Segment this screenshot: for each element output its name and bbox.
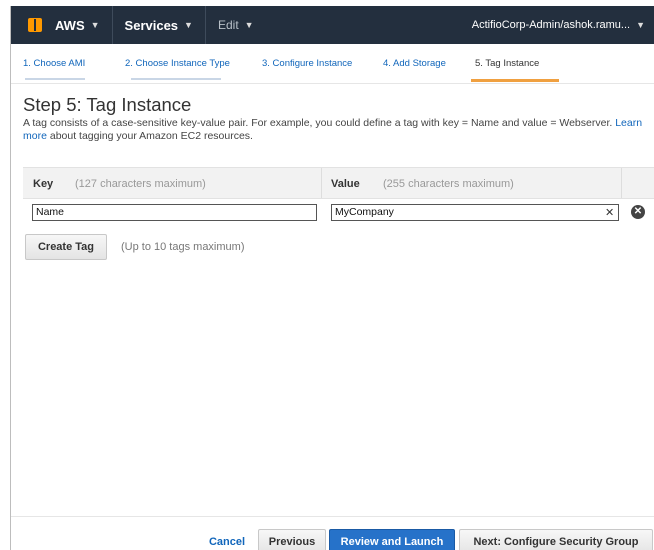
top-nav: AWS ▼ Services ▼ Edit ▼ ActifioCorp-Admi… (11, 6, 654, 44)
wizard-steps: 1. Choose AMI 2. Choose Instance Type 3.… (11, 44, 654, 84)
account-name: ActifioCorp-Admin/ashok.ramu... (471, 19, 631, 31)
console-frame: AWS ▼ Services ▼ Edit ▼ ActifioCorp-Admi… (10, 6, 654, 550)
step-choose-instance-type[interactable]: 2. Choose Instance Type (125, 58, 230, 69)
services-menu[interactable]: Services ▼ (113, 6, 205, 44)
step-ghost-divider (131, 78, 221, 80)
edit-menu[interactable]: Edit ▼ (206, 6, 266, 44)
aws-menu-label: AWS (55, 17, 85, 33)
create-tag-hint: (Up to 10 tags maximum) (121, 241, 245, 253)
step-configure-instance[interactable]: 3. Configure Instance (262, 58, 352, 69)
chevron-down-icon: ▼ (90, 20, 100, 30)
page-description: A tag consists of a case-sensitive key-v… (23, 117, 643, 143)
key-column-hint: (127 characters maximum) (75, 178, 206, 190)
step-choose-ami[interactable]: 1. Choose AMI (23, 58, 85, 69)
step-add-storage[interactable]: 4. Add Storage (383, 58, 446, 69)
review-and-launch-button[interactable]: Review and Launch (329, 529, 455, 550)
cancel-button[interactable]: Cancel (201, 529, 253, 550)
step-tag-instance[interactable]: 5. Tag Instance (475, 58, 539, 69)
account-menu[interactable]: ActifioCorp-Admin/ashok.ramu... ▼ (472, 19, 654, 31)
aws-cube-icon[interactable] (27, 17, 43, 33)
column-divider (621, 168, 622, 198)
value-column-hint: (255 characters maximum) (383, 178, 514, 190)
value-column-header: Value (331, 178, 360, 190)
chevron-down-icon: ▼ (184, 20, 193, 30)
services-menu-label: Services (124, 17, 179, 33)
previous-button[interactable]: Previous (258, 529, 326, 550)
chevron-down-icon: ▼ (244, 20, 254, 30)
edit-menu-label: Edit (217, 18, 239, 32)
tag-table-header: Key (127 characters maximum) Value (255 … (23, 167, 654, 199)
remove-tag-icon[interactable]: ✕ (631, 205, 645, 219)
page-title: Step 5: Tag Instance (23, 94, 192, 115)
wizard-footer: Cancel Previous Review and Launch Next: … (11, 516, 654, 550)
key-column-header: Key (33, 178, 54, 190)
description-text: A tag consists of a case-sensitive key-v… (23, 117, 613, 129)
aws-menu[interactable]: AWS ▼ (43, 6, 112, 44)
next-configure-security-group-button[interactable]: Next: Configure Security Group (459, 529, 653, 550)
create-tag-button[interactable]: Create Tag (25, 234, 107, 260)
step-ghost-divider (25, 78, 85, 80)
chevron-down-icon: ▼ (636, 20, 645, 30)
tag-key-input[interactable]: Name (32, 204, 317, 221)
column-divider (321, 168, 322, 198)
tag-value-input[interactable]: MyCompany (331, 204, 619, 221)
clear-value-icon[interactable]: ✕ (605, 206, 614, 219)
active-step-indicator (471, 79, 559, 82)
description-text-end: about tagging your Amazon EC2 resources. (49, 130, 253, 142)
